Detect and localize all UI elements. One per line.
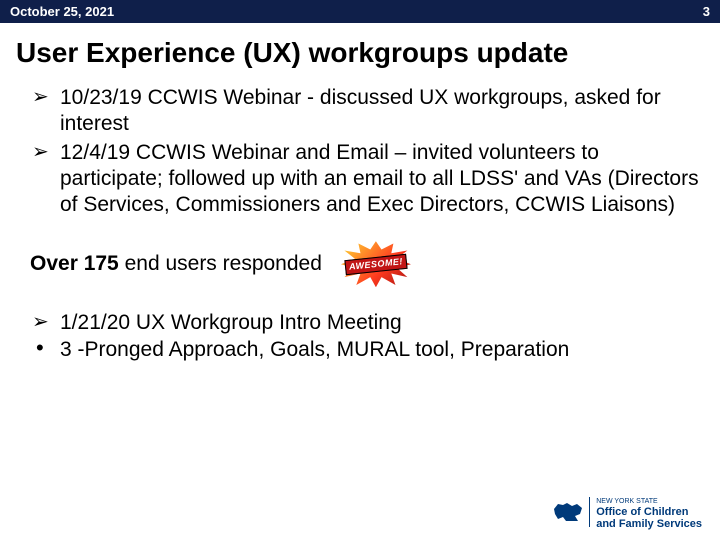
bullet-list-bottom: 1/21/20 UX Workgroup Intro Meeting 3 -Pr…	[20, 310, 700, 363]
nys-state-icon	[553, 501, 583, 523]
slide-page-number: 3	[703, 4, 710, 19]
logo-small-line: NEW YORK STATE	[596, 498, 657, 505]
slide-header: October 25, 2021 3	[0, 0, 720, 23]
logo-separator	[589, 497, 590, 527]
respond-text: Over 175 end users responded	[30, 251, 322, 277]
awesome-icon: AWESOME!	[336, 236, 416, 292]
respond-rest: end users responded	[119, 252, 322, 275]
footer-logo: NEW YORK STATE Office of Children and Fa…	[553, 494, 702, 530]
respond-bold: Over 175	[30, 252, 119, 275]
bullet-item: 10/23/19 CCWIS Webinar - discussed UX wo…	[20, 85, 700, 138]
slide-body: 10/23/19 CCWIS Webinar - discussed UX wo…	[20, 85, 700, 363]
logo-line1: Office of Children	[596, 506, 688, 518]
bullet-item: 1/21/20 UX Workgroup Intro Meeting	[20, 310, 700, 336]
logo-text: NEW YORK STATE Office of Children and Fa…	[596, 494, 702, 530]
slide-date: October 25, 2021	[10, 4, 114, 19]
bullet-sub-item: 3 -Pronged Approach, Goals, MURAL tool, …	[20, 337, 700, 363]
logo-line2: and Family Services	[596, 518, 702, 530]
slide-title: User Experience (UX) workgroups update	[16, 37, 704, 69]
respond-row: Over 175 end users responded AWESOME!	[30, 236, 700, 292]
bullet-list-top: 10/23/19 CCWIS Webinar - discussed UX wo…	[20, 85, 700, 218]
bullet-item: 12/4/19 CCWIS Webinar and Email – invite…	[20, 140, 700, 219]
